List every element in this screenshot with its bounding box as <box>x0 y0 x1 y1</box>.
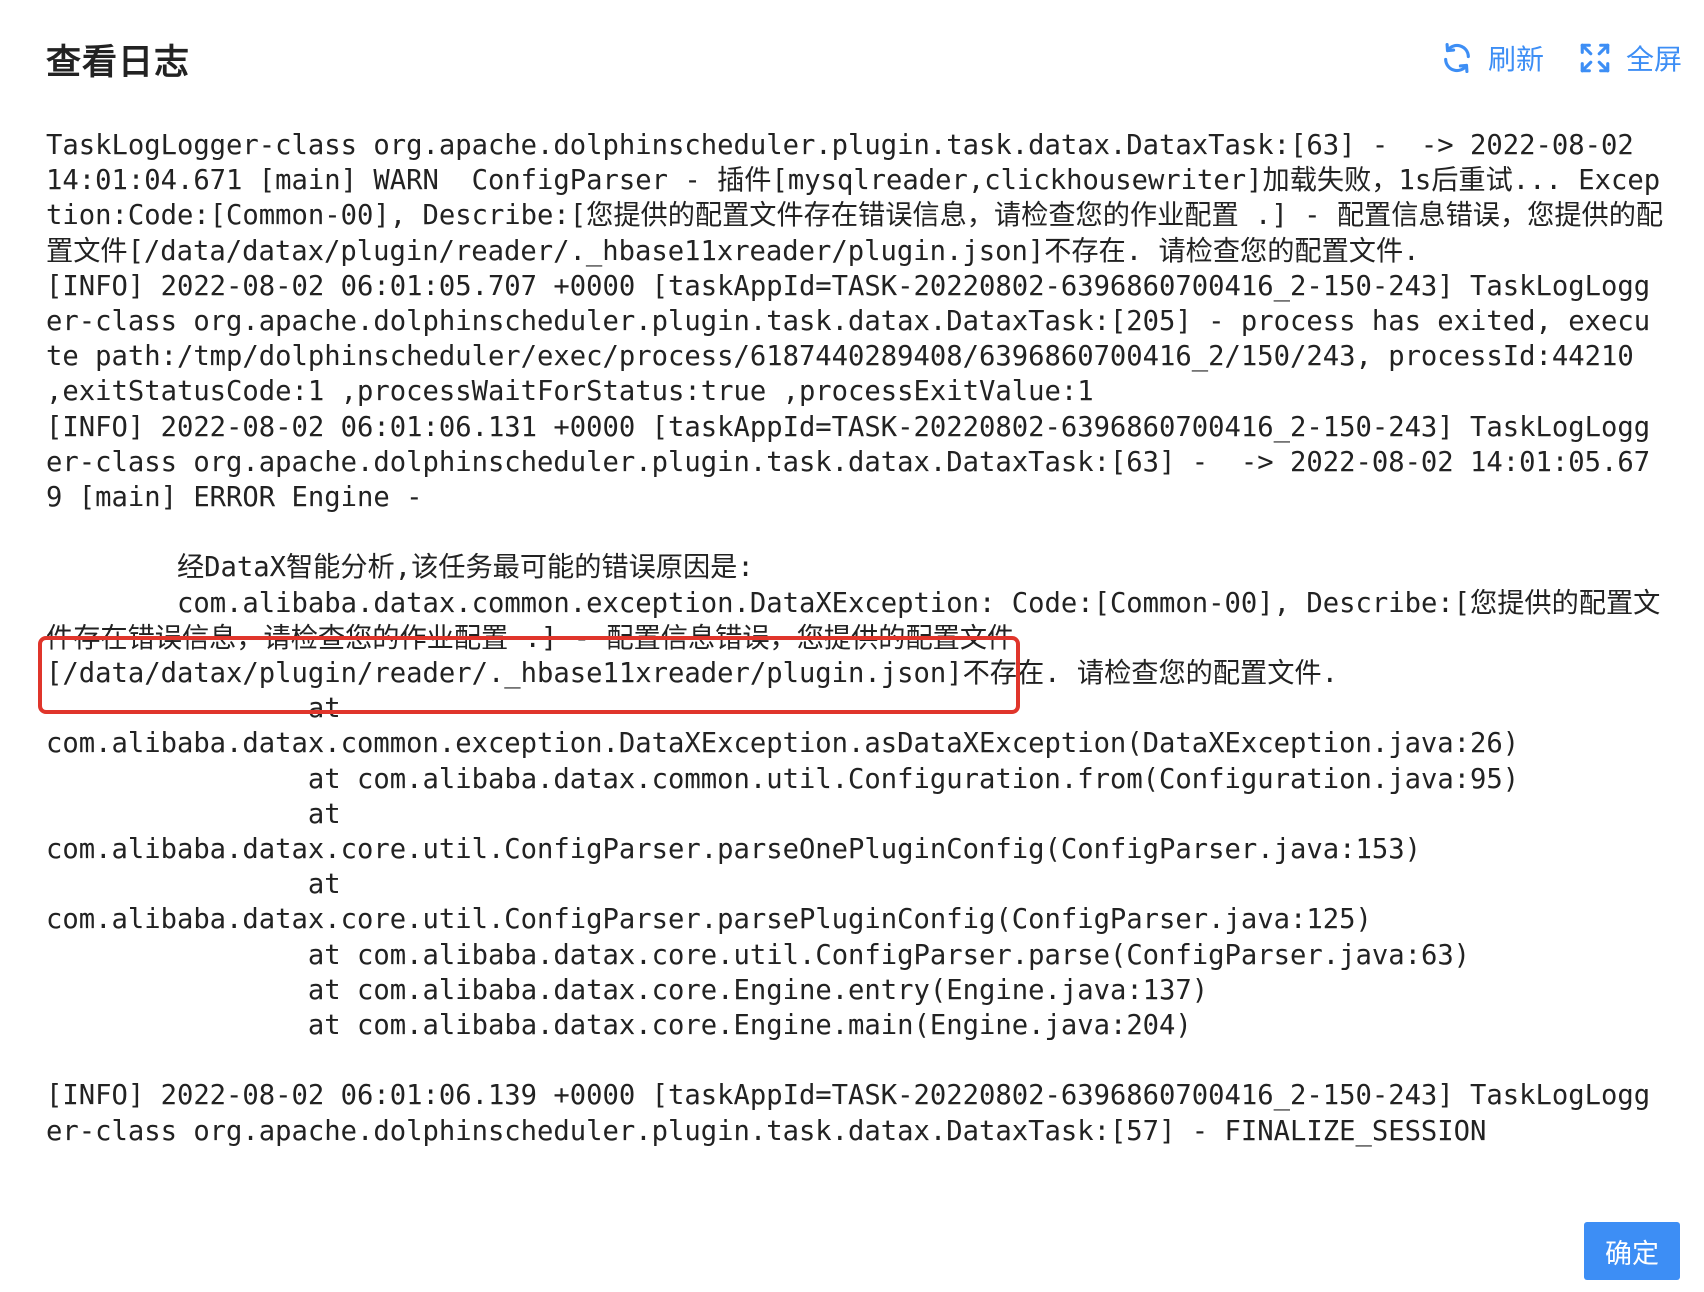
log-text: TaskLogLogger-class org.apache.dolphinsc… <box>46 130 1664 1147</box>
header-actions: 刷新 全屏 <box>1406 38 1682 78</box>
refresh-label: 刷新 <box>1487 43 1544 76</box>
fullscreen-button[interactable]: 全屏 <box>1578 38 1682 78</box>
log-viewer[interactable]: TaskLogLogger-class org.apache.dolphinsc… <box>46 128 1666 1188</box>
fullscreen-icon <box>1580 43 1610 73</box>
refresh-button[interactable]: 刷新 <box>1440 38 1544 78</box>
fullscreen-label: 全屏 <box>1625 43 1682 76</box>
view-log-dialog: 查看日志 刷新 全屏 TaskLogLogger-class org.apach… <box>0 0 1704 1292</box>
refresh-icon <box>1444 42 1470 74</box>
confirm-button[interactable]: 确定 <box>1584 1222 1680 1280</box>
dialog-title: 查看日志 <box>46 43 191 83</box>
